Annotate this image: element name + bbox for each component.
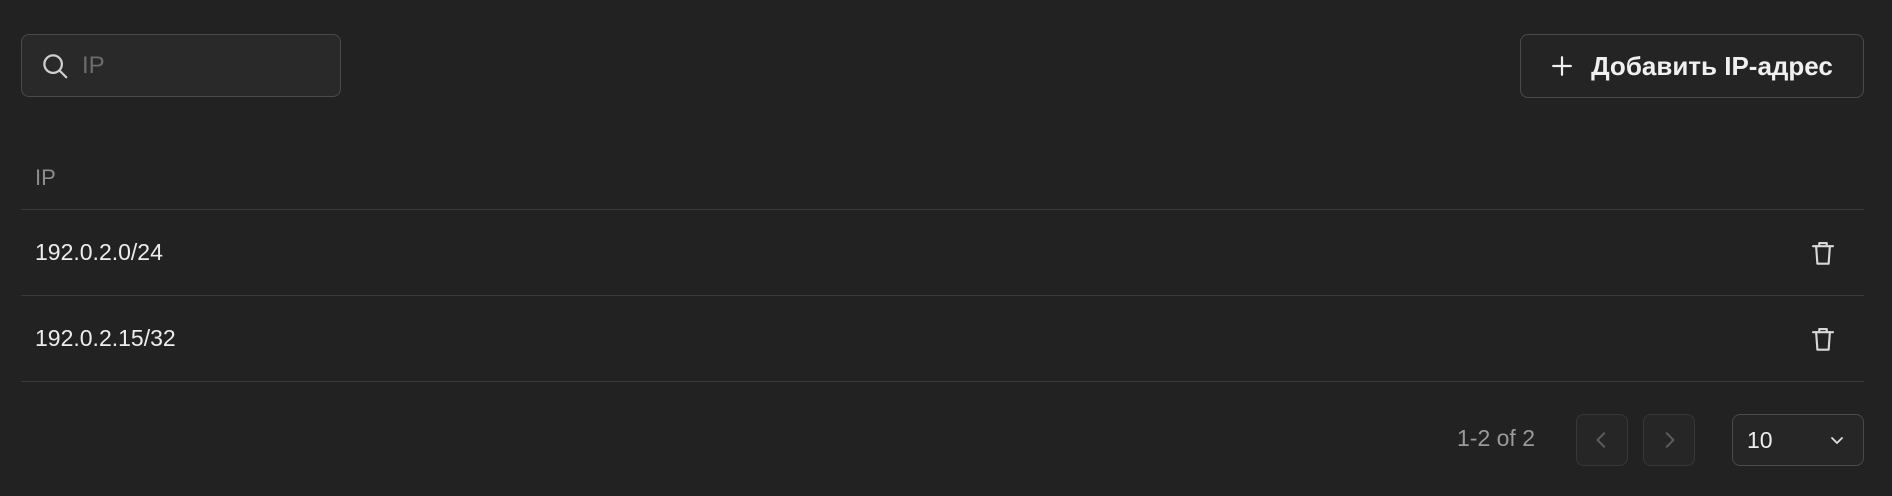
add-ip-button-label: Добавить IP-адрес — [1591, 50, 1833, 81]
ip-cell: 192.0.2.0/24 — [35, 239, 163, 265]
plus-icon — [1552, 56, 1572, 76]
chevron-down-icon — [1831, 437, 1843, 444]
table-header: IP — [21, 146, 1864, 210]
search-box[interactable] — [21, 34, 341, 97]
pagination-range: 1-2 of 2 — [1457, 425, 1535, 451]
prev-page-button[interactable] — [1576, 414, 1628, 466]
search-icon — [43, 53, 68, 78]
chevron-right-icon — [1665, 432, 1675, 448]
chevron-left-icon — [1596, 432, 1606, 448]
page-size-value: 10 — [1747, 426, 1773, 453]
next-page-button[interactable] — [1643, 414, 1695, 466]
search-input[interactable] — [82, 51, 322, 80]
trash-icon[interactable] — [1808, 238, 1838, 268]
ip-table: IP 192.0.2.0/24 192.0.2.15/32 — [21, 146, 1864, 382]
page-size-select[interactable]: 10 — [1732, 414, 1864, 466]
table-row: 192.0.2.15/32 — [21, 296, 1864, 382]
add-ip-button[interactable]: Добавить IP-адрес — [1520, 34, 1864, 98]
ip-allowlist-page: Добавить IP-адрес IP 192.0.2.0/24 192.0.… — [0, 0, 1892, 496]
trash-icon[interactable] — [1808, 324, 1838, 354]
table-row: 192.0.2.0/24 — [21, 210, 1864, 296]
column-header-ip: IP — [35, 164, 56, 190]
ip-cell: 192.0.2.15/32 — [35, 325, 176, 351]
